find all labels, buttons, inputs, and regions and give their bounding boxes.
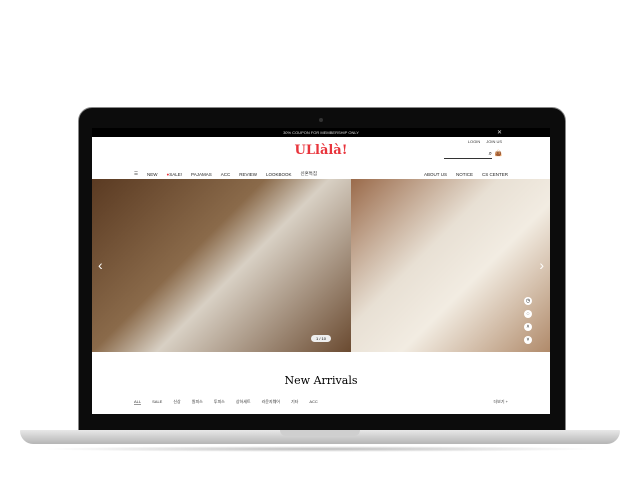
- chat-icon[interactable]: ◌: [524, 310, 532, 318]
- laptop-screen: 30% COUPON FOR MEMBERSHIP ONLY ✕ ULlàlà! …: [92, 128, 550, 414]
- nav-review[interactable]: REVIEW: [239, 172, 257, 177]
- tab[interactable]: 신상: [173, 399, 180, 405]
- nav-acc[interactable]: ACC: [221, 172, 231, 177]
- tab[interactable]: 원피스: [192, 399, 203, 405]
- recent-icon[interactable]: ◷: [524, 297, 532, 305]
- main-nav: ☰ NEW ●SALE! PAJAMAS ACC REVIEW LOOKBOOK…: [92, 169, 550, 179]
- tab-all[interactable]: ALL: [134, 399, 142, 405]
- tab[interactable]: ACC: [309, 399, 317, 405]
- login-link[interactable]: LOGIN: [468, 139, 480, 144]
- next-arrow-icon[interactable]: ›: [539, 257, 544, 273]
- close-icon[interactable]: ✕: [497, 129, 502, 136]
- webcam: [319, 118, 323, 122]
- tab[interactable]: SALE: [152, 399, 162, 405]
- nav-sale[interactable]: ●SALE!: [167, 172, 182, 177]
- laptop-notch: [280, 430, 360, 436]
- nav-special[interactable]: 신혼특집: [301, 171, 318, 177]
- tab[interactable]: 투피스: [214, 399, 225, 405]
- section-title: New Arrivals: [284, 374, 358, 387]
- scroll-down-icon[interactable]: ˅: [524, 336, 532, 344]
- search-icon[interactable]: ⌕: [489, 151, 492, 157]
- cart-icon[interactable]: 👜: [495, 150, 502, 157]
- prev-arrow-icon[interactable]: ‹: [98, 257, 103, 273]
- laptop-shadow: [40, 446, 600, 452]
- tab[interactable]: 라운지웨어: [262, 399, 280, 405]
- join-link[interactable]: JOIN US: [486, 139, 502, 144]
- slide-counter: 1 / 10: [311, 335, 332, 342]
- promo-bar: 30% COUPON FOR MEMBERSHIP ONLY ✕: [92, 128, 550, 137]
- nav-sale-label: SALE!: [169, 171, 183, 177]
- nav-new[interactable]: NEW: [147, 172, 158, 177]
- hero-image-right: [351, 179, 550, 352]
- hero-image-left: [92, 179, 351, 352]
- nav-lookbook[interactable]: LOOKBOOK: [266, 172, 292, 177]
- menu-icon[interactable]: ☰: [134, 171, 138, 177]
- search-input[interactable]: ⌕: [444, 151, 492, 159]
- promo-text[interactable]: 30% COUPON FOR MEMBERSHIP ONLY: [283, 130, 359, 135]
- header: ULlàlà! LOGIN JOIN US ⌕ 👜: [92, 137, 550, 169]
- nav-pajamas[interactable]: PAJAMAS: [191, 172, 212, 177]
- nav-about[interactable]: ABOUT US: [424, 172, 447, 177]
- hero-slider[interactable]: ‹ › 1 / 10 ◷ ◌ ˄ ˅: [92, 179, 550, 352]
- nav-notice[interactable]: NOTICE: [456, 172, 473, 177]
- nav-cs[interactable]: CS CENTER: [482, 172, 508, 177]
- scroll-up-icon[interactable]: ˄: [524, 323, 532, 331]
- category-tabs: ALL SALE 신상 원피스 투피스 상하세트 라운지웨어 기타 ACC 더보…: [92, 399, 550, 405]
- tab[interactable]: 상하세트: [236, 399, 251, 405]
- tab[interactable]: 기타: [291, 399, 298, 405]
- more-link[interactable]: 더보기 +: [494, 399, 509, 405]
